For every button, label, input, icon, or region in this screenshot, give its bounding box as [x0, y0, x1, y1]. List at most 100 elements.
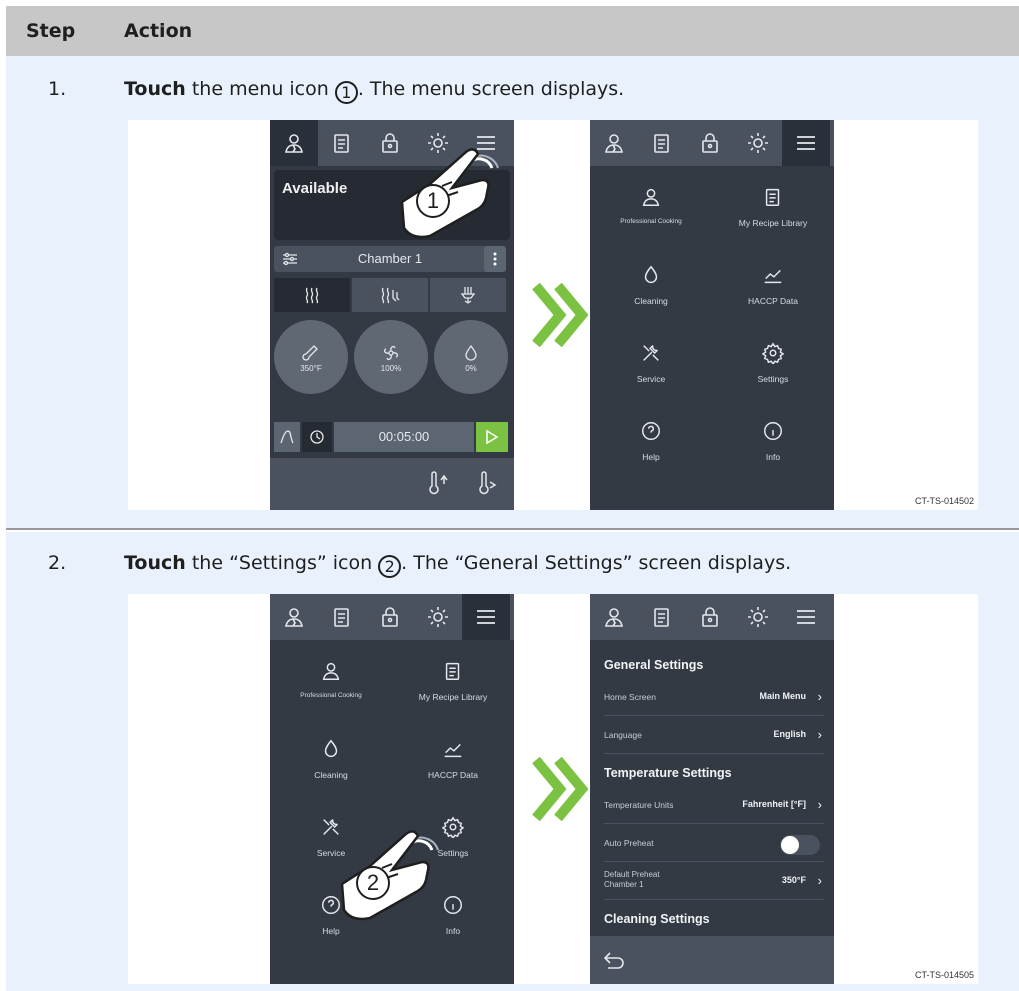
cooking-mode-tabs [274, 278, 506, 312]
sun-icon [428, 607, 448, 627]
menu-item-haccp-data[interactable]: HACCP Data [712, 264, 834, 342]
fan-speed-value: 100% [380, 364, 402, 373]
menu-item-service[interactable]: Service [590, 342, 712, 420]
menu-item-label: Info [445, 926, 461, 936]
menu-item-label: Info [765, 452, 781, 462]
menu-item-label: Professional Cooking [300, 692, 362, 699]
home-screen-phone: Available Chamber 1 350°F 100% 0% 00:05:… [270, 120, 514, 510]
header-action: Action [124, 20, 193, 42]
back-arrow-icon[interactable] [602, 950, 626, 970]
hamburger-menu-icon [477, 610, 495, 624]
brightness-button[interactable] [734, 120, 782, 166]
chef-icon [605, 608, 623, 627]
recipe-book-icon [334, 134, 349, 153]
menu-item-haccp-data[interactable]: HACCP Data [392, 738, 514, 816]
setting-label: Home Screen [604, 692, 656, 702]
status-text: Available [282, 180, 348, 197]
menu-item-settings[interactable]: Settings [712, 342, 834, 420]
fan-speed-dial[interactable]: 100% [354, 320, 428, 394]
timer-display[interactable]: 00:05:00 [334, 422, 474, 452]
step-action: Touch the menu icon 1. The menu screen d… [124, 78, 624, 104]
kebab-icon [493, 252, 497, 266]
menu-item-recipe-library[interactable]: My Recipe Library [712, 186, 834, 264]
chef-icon [322, 662, 340, 680]
lock-button[interactable] [686, 594, 734, 640]
chef-icon-button[interactable] [590, 120, 638, 166]
menu-item-recipe-library[interactable]: My Recipe Library [392, 660, 514, 738]
top-toolbar [590, 120, 834, 166]
callout-number: 1 [334, 81, 358, 104]
tab-steam[interactable] [430, 278, 506, 312]
recipe-book-button[interactable] [638, 120, 686, 166]
chef-icon-button[interactable] [270, 594, 318, 640]
chef-icon [285, 608, 303, 627]
transition-arrow-icon [532, 282, 589, 348]
menu-item-label: My Recipe Library [738, 218, 808, 228]
brightness-button[interactable] [414, 594, 462, 640]
probe-icon [280, 430, 294, 444]
setting-row-temperature-units[interactable]: Temperature Units Fahrenheit [°F] › [604, 788, 824, 824]
chevron-right-icon: › [817, 873, 822, 888]
menu-button[interactable] [782, 594, 830, 640]
bottom-toolbar [270, 458, 514, 510]
table-header: Step Action [6, 6, 1019, 56]
action-text: the “Settings” icon [185, 552, 379, 574]
menu-item-professional-cooking[interactable]: Professional Cooking [270, 660, 392, 738]
tab-combi[interactable] [352, 278, 428, 312]
menu-screen-phone: Professional Cooking My Recipe Library C… [270, 594, 514, 984]
menu-item-professional-cooking[interactable]: Professional Cooking [590, 186, 712, 264]
action-text: . The menu screen displays. [357, 78, 625, 100]
callout-number: 2 [378, 555, 402, 578]
header-step: Step [26, 20, 76, 42]
brightness-button[interactable] [734, 594, 782, 640]
tab-convection[interactable] [274, 278, 350, 312]
chevron-right-icon: › [817, 727, 822, 742]
auto-preheat-toggle[interactable] [780, 835, 820, 855]
setting-value: Fahrenheit [°F] [742, 799, 806, 809]
lock-button[interactable] [686, 120, 734, 166]
chef-icon-button[interactable] [590, 594, 638, 640]
callout-2-badge: 2 [356, 866, 390, 900]
setting-value: 350°F [781, 875, 806, 885]
menu-button[interactable] [462, 594, 510, 640]
temperature-dial[interactable]: 350°F [274, 320, 348, 394]
lock-icon [382, 607, 398, 627]
hamburger-menu-icon [797, 610, 815, 624]
sun-icon [748, 607, 768, 627]
menu-button[interactable] [782, 120, 830, 166]
step-figure: Available Chamber 1 350°F 100% 0% 00:05:… [128, 120, 978, 510]
timer-mode-button[interactable] [302, 422, 332, 452]
timer-bar: 00:05:00 [274, 422, 510, 452]
section-title-cleaning: Cleaning Settings [604, 912, 710, 926]
hamburger-menu-icon [797, 136, 815, 150]
setting-row-home-screen[interactable]: Home Screen Main Menu › [604, 680, 824, 716]
action-text: . The “General Settings” screen displays… [401, 552, 792, 574]
setting-row-default-preheat[interactable]: Default Preheat Chamber 1 350°F › [604, 864, 824, 900]
touch-hand-illustration: 2 [330, 822, 450, 922]
lock-button[interactable] [366, 594, 414, 640]
core-probe-button[interactable] [274, 422, 300, 452]
recipe-book-button[interactable] [318, 120, 366, 166]
menu-item-cleaning[interactable]: Cleaning [270, 738, 392, 816]
start-button[interactable] [476, 422, 508, 452]
steam-icon [460, 287, 476, 304]
chef-icon-button[interactable] [270, 120, 318, 166]
recipe-book-button[interactable] [638, 594, 686, 640]
menu-item-label: Service [636, 374, 666, 384]
menu-item-help[interactable]: Help [590, 420, 712, 498]
chef-icon [642, 188, 660, 206]
humidity-dial[interactable]: 0% [434, 320, 508, 394]
recipe-book-button[interactable] [318, 594, 366, 640]
menu-item-label: HACCP Data [748, 296, 798, 306]
preheat-icon[interactable] [426, 470, 448, 496]
cooldown-icon[interactable] [476, 470, 498, 496]
menu-item-info[interactable]: Info [712, 420, 834, 498]
top-toolbar [590, 594, 834, 640]
recipe-book-icon [654, 134, 669, 153]
table-row: 2. Touch the “Settings” icon 2. The “Gen… [6, 532, 1019, 991]
menu-item-cleaning[interactable]: Cleaning [590, 264, 712, 342]
chamber-selector[interactable]: Chamber 1 [274, 246, 506, 272]
figure-id: CT-TS-014502 [914, 496, 974, 506]
setting-row-language[interactable]: Language English › [604, 718, 824, 754]
more-options-button[interactable] [484, 246, 506, 272]
